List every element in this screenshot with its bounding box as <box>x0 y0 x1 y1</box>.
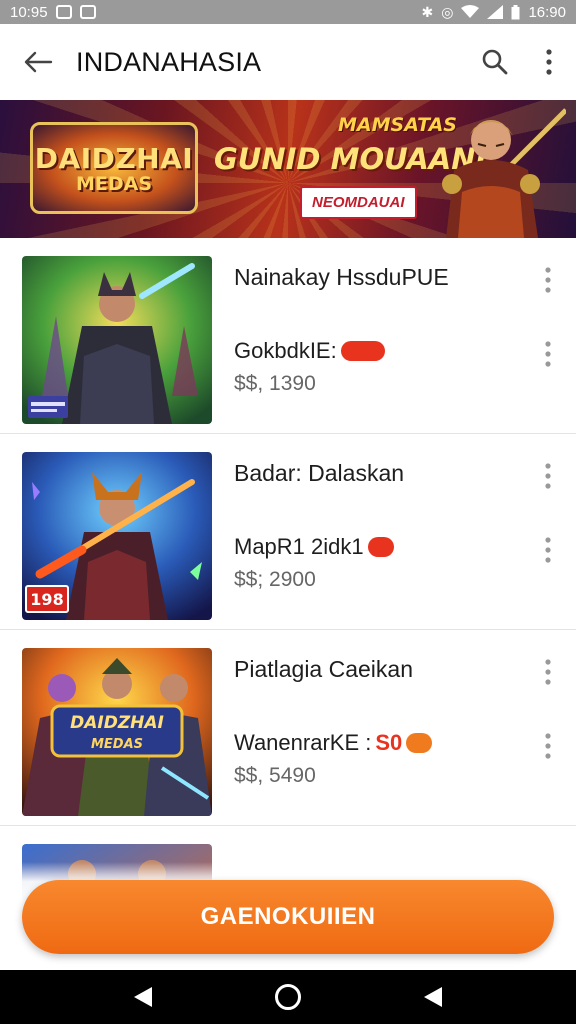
status-bar: 10:95 ✱ ◎ 16:90 <box>0 0 576 24</box>
item-price: $$; 2900 <box>234 568 316 591</box>
back-button[interactable] <box>0 24 76 100</box>
list-item[interactable]: 198 Badar: Dalaskan MapR1 2idk1 $$; 2900 <box>0 434 576 630</box>
item-thumbnail <box>22 256 212 424</box>
battery-icon <box>511 4 520 19</box>
nav-recents-button[interactable] <box>403 970 463 1024</box>
more-vertical-icon[interactable] <box>534 334 562 374</box>
item-subtitle: MapR1 2idk1 <box>234 534 394 560</box>
item-badge <box>406 733 433 753</box>
promo-banner[interactable]: DAIDZHAI MEDAS MAMSATAS GUNID MOUAANI NE… <box>0 100 576 238</box>
circle-home-icon <box>274 984 301 1010</box>
notification-box-icon <box>55 5 72 19</box>
item-badge <box>367 537 394 557</box>
banner-cta[interactable]: NEOMDAUAI <box>300 186 417 219</box>
status-time-right: 16:90 <box>528 3 566 21</box>
more-vertical-icon[interactable] <box>534 652 562 692</box>
banner-logo-line1: DAIDZHAI <box>34 141 194 175</box>
banner-logo: DAIDZHAI MEDAS <box>30 122 198 214</box>
item-title: Piatlagia Caeikan <box>234 656 414 682</box>
list-item[interactable]: Nainakay HssduPUE GokbdkIE: $$, 1390 <box>0 238 576 434</box>
more-vertical-icon <box>546 49 552 75</box>
more-options-button[interactable] <box>522 24 576 100</box>
signal-icon <box>487 5 504 19</box>
item-subtitle-red-text: S0 <box>375 730 403 755</box>
triangle-back-icon <box>424 987 443 1007</box>
thumb-logo-line2: MEDAS <box>91 737 143 752</box>
item-price: $$, 5490 <box>234 764 316 787</box>
item-title: Nainakay HssduPUE <box>234 264 449 290</box>
system-nav-bar <box>0 970 576 1024</box>
wifi-icon <box>461 5 480 18</box>
search-button[interactable] <box>468 24 522 100</box>
status-time-left: 10:95 <box>10 3 48 21</box>
primary-action-button[interactable]: GAENOKUIIEN <box>22 880 554 954</box>
arrow-left-icon <box>24 51 53 73</box>
item-subtitle-text: MapR1 2idk1 <box>234 534 364 559</box>
bluetooth-icon: ✱ <box>421 4 434 20</box>
item-thumbnail: 198 <box>22 452 212 620</box>
nav-home-button[interactable] <box>258 970 318 1024</box>
more-vertical-icon[interactable] <box>534 260 562 300</box>
item-badge <box>340 341 385 361</box>
item-subtitle: GokbdkIE: <box>234 338 385 364</box>
game-list: Nainakay HssduPUE GokbdkIE: $$, 1390 198… <box>0 238 576 964</box>
more-vertical-icon[interactable] <box>534 726 562 766</box>
item-price: $$, 1390 <box>234 372 316 395</box>
app-bar: INDANAHASIA <box>0 24 576 100</box>
thumb-badge: 198 <box>30 590 63 609</box>
more-vertical-icon[interactable] <box>534 530 562 570</box>
page-title: INDANAHASIA <box>76 46 262 77</box>
banner-logo-line2: MEDAS <box>75 172 153 195</box>
item-subtitle: WanenrarKE : S0 <box>234 730 433 756</box>
item-subtitle-text: WanenrarKE : <box>234 730 372 755</box>
banner-hero-illustration <box>442 108 566 238</box>
item-subtitle-text: GokbdkIE: <box>234 338 337 363</box>
more-vertical-icon[interactable] <box>534 456 562 496</box>
triangle-back-icon <box>133 987 152 1007</box>
item-title: Badar: Dalaskan <box>234 460 405 486</box>
thumb-logo-line1: DAIDZHAI <box>70 713 164 733</box>
nav-back-button[interactable] <box>113 970 173 1024</box>
item-thumbnail: DAIDZHAI MEDAS <box>22 648 212 816</box>
list-item[interactable]: DAIDZHAI MEDAS Piatlagia Caeikan Wanenra… <box>0 630 576 826</box>
search-icon <box>482 49 508 75</box>
app-box-icon <box>79 5 96 19</box>
alarm-icon: ◎ <box>441 4 454 20</box>
